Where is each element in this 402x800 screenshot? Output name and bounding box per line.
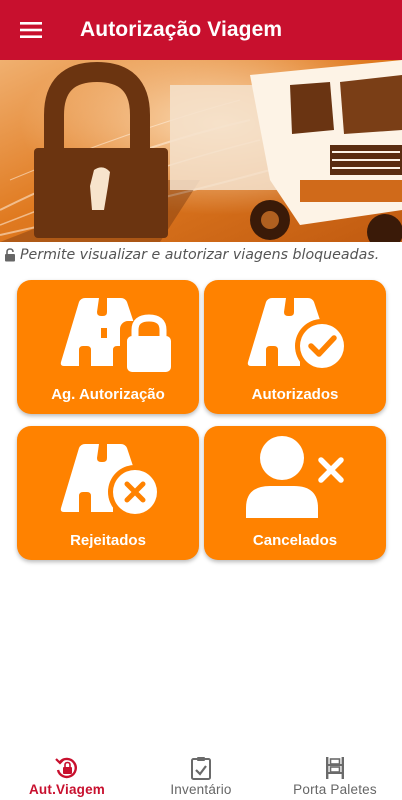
bottom-navigation: Aut.Viagem Inventário Porta Paletes: [0, 748, 402, 800]
clipboard-check-icon: [191, 757, 211, 780]
pallet-rack-icon: [326, 757, 344, 779]
nav-item-aut-viagem[interactable]: Aut.Viagem: [0, 748, 134, 800]
card-ag-autorizacao[interactable]: Ag. Autorização: [17, 280, 199, 414]
lock-open-icon: [4, 248, 16, 262]
nav-label: Porta Paletes: [293, 782, 377, 797]
road-x-icon: [60, 444, 162, 519]
user-x-icon: [246, 436, 344, 518]
description-caption: Permite visualizar e autorizar viagens b…: [4, 245, 400, 265]
page-title: Autorização Viagem: [80, 18, 283, 41]
card-cancelados[interactable]: Cancelados: [204, 426, 386, 560]
road-check-icon: [247, 298, 349, 373]
card-label: Ag. Autorização: [51, 386, 165, 403]
card-rejeitados[interactable]: Rejeitados: [17, 426, 199, 560]
hamburger-menu-icon: [20, 22, 42, 38]
card-label: Cancelados: [252, 532, 338, 549]
nav-item-porta-paletes[interactable]: Porta Paletes: [268, 748, 402, 800]
lock-refresh-icon: [55, 757, 77, 779]
banner-image: [0, 60, 402, 242]
card-label: Rejeitados: [70, 532, 146, 549]
card-label: Autorizados: [251, 386, 339, 403]
nav-label: Inventário: [170, 782, 232, 797]
menu-button[interactable]: [0, 0, 62, 60]
card-autorizados[interactable]: Autorizados: [204, 280, 386, 414]
app-bar: Autorização Viagem: [0, 0, 402, 60]
nav-label: Aut.Viagem: [28, 782, 106, 797]
road-lock-icon: [60, 298, 178, 374]
nav-item-inventario[interactable]: Inventário: [134, 748, 268, 800]
caption-text: Permite visualizar e autorizar viagens b…: [20, 247, 380, 263]
